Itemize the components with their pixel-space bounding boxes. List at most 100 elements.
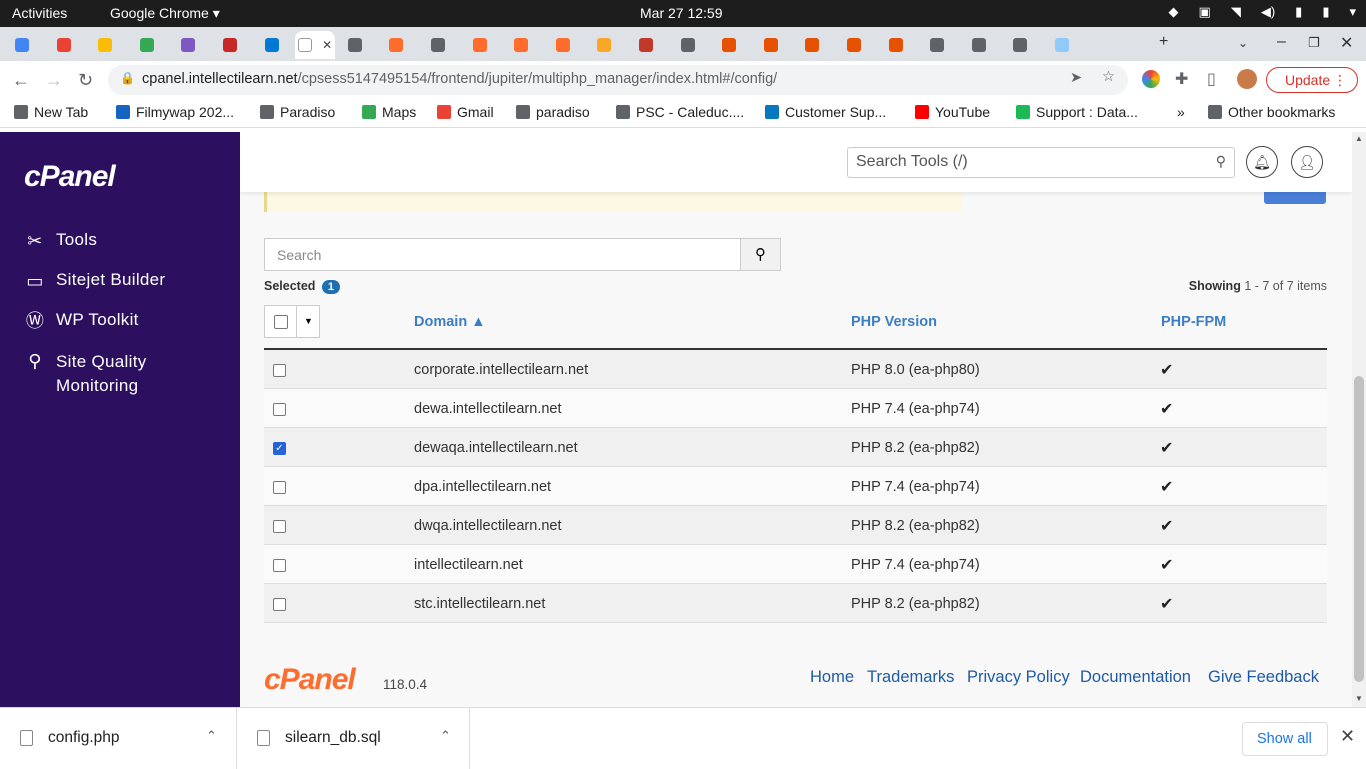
page-scrollbar[interactable]: ▲ ▼ (1352, 132, 1366, 707)
footer-cpanel-logo[interactable]: cPanel (264, 663, 356, 697)
app-menu[interactable]: Google Chrome ▾ (110, 5, 220, 22)
row-checkbox[interactable] (273, 481, 286, 494)
show-all-button[interactable]: Show all (1242, 722, 1328, 756)
browser-tab[interactable] (503, 31, 543, 59)
new-tab-icon[interactable]: + (1159, 33, 1168, 51)
select-menu-dropdown[interactable]: ▼ (296, 306, 320, 337)
browser-tab[interactable] (545, 31, 585, 59)
sidebar-item-tools[interactable]: ✂ Tools (24, 230, 97, 252)
more-bookmarks-icon[interactable]: » (1177, 104, 1185, 120)
download-item[interactable]: silearn_db.sql ⌃ (237, 708, 470, 769)
browser-tab[interactable] (420, 31, 460, 59)
other-bookmarks[interactable]: Other bookmarks (1208, 104, 1335, 120)
table-search-input[interactable]: Search (264, 238, 741, 271)
browser-tab[interactable] (919, 31, 959, 59)
table-row[interactable]: dewa.intellectilearn.net PHP 7.4 (ea-php7… (264, 389, 1327, 428)
browser-tab[interactable] (254, 31, 294, 59)
reload-icon[interactable]: ↻ (78, 70, 93, 91)
chevron-up-icon[interactable]: ⌃ (206, 728, 217, 744)
browser-tab[interactable] (711, 31, 751, 59)
footer-link[interactable]: Give Feedback (1208, 668, 1319, 687)
tab-search-icon[interactable]: ⌄ (1238, 36, 1248, 50)
back-icon[interactable]: ← (12, 70, 30, 91)
restore-icon[interactable]: ❐ (1308, 35, 1320, 51)
sidebar-item-sitejet[interactable]: ▭ Sitejet Builder (24, 270, 165, 292)
browser-tab[interactable] (170, 31, 210, 59)
update-button[interactable]: Update ⋮ (1266, 67, 1358, 93)
table-row[interactable]: corporate.intellectilearn.net PHP 8.0 (ea… (264, 350, 1327, 389)
browser-tab[interactable] (670, 31, 710, 59)
system-tray[interactable]: ◆ ▣ ◥ ◀) ▮ ▮ ▾ (1169, 4, 1356, 20)
scrollbar-thumb[interactable] (1354, 376, 1364, 682)
sidebar-item-site-quality[interactable]: ⚲ Site Quality Monitoring (24, 350, 147, 398)
row-checkbox[interactable] (273, 364, 286, 377)
table-search-button[interactable]: ⚲ (740, 238, 781, 271)
profile-avatar[interactable] (1237, 69, 1257, 89)
table-row[interactable]: intellectilearn.net PHP 7.4 (ea-php74) ✔ (264, 545, 1327, 584)
browser-tab[interactable] (961, 31, 1001, 59)
footer-link[interactable]: Privacy Policy (967, 668, 1070, 687)
activities-button[interactable]: Activities (12, 5, 67, 21)
download-item[interactable]: config.php ⌃ (0, 708, 237, 769)
bookmark-item[interactable]: New Tab (14, 104, 88, 120)
browser-tab[interactable] (87, 31, 127, 59)
row-checkbox[interactable] (273, 598, 286, 611)
table-row[interactable]: ✓ dewaqa.intellectilearn.net PHP 8.2 (ea-p… (264, 428, 1327, 467)
browser-tab[interactable] (1002, 31, 1042, 59)
bookmark-item[interactable]: Support : Data... (1016, 104, 1138, 120)
chrome-extension-icon[interactable] (1142, 70, 1160, 88)
forward-icon[interactable]: → (45, 70, 63, 91)
bookmark-item[interactable]: YouTube (915, 104, 990, 120)
footer-link[interactable]: Trademarks (867, 668, 954, 687)
browser-tab[interactable] (628, 31, 668, 59)
footer-link[interactable]: Documentation (1080, 668, 1191, 687)
select-all-checkbox[interactable] (274, 315, 288, 329)
scroll-up-icon[interactable]: ▲ (1355, 134, 1363, 143)
browser-tab[interactable] (794, 31, 834, 59)
browser-tab[interactable] (129, 31, 169, 59)
cpanel-logo[interactable]: cPanel (24, 160, 116, 194)
browser-tab[interactable] (586, 31, 626, 59)
column-header-domain[interactable]: Domain ▲ (414, 314, 486, 330)
row-checkbox[interactable]: ✓ (273, 442, 286, 455)
bookmark-star-icon[interactable]: ☆ (1102, 69, 1115, 85)
chevron-up-icon[interactable]: ⌃ (440, 728, 451, 744)
bookmark-item[interactable]: Gmail (437, 104, 494, 120)
column-header-php-version[interactable]: PHP Version (851, 314, 937, 330)
bookmark-item[interactable]: Maps (362, 104, 416, 120)
side-panel-icon[interactable]: ▯ (1207, 69, 1216, 89)
browser-tab[interactable] (378, 31, 418, 59)
minimize-icon[interactable]: – (1277, 33, 1286, 51)
clock[interactable]: Mar 27 12:59 (640, 5, 723, 21)
browser-tab[interactable] (836, 31, 876, 59)
close-window-icon[interactable]: ✕ (1340, 33, 1353, 53)
address-bar[interactable]: 🔒 cpanel.intellectilearn.net/cpsess51474… (108, 65, 1128, 95)
browser-tab[interactable] (46, 31, 86, 59)
table-row[interactable]: dpa.intellectilearn.net PHP 7.4 (ea-php74… (264, 467, 1327, 506)
browser-tab[interactable] (462, 31, 502, 59)
browser-tab[interactable] (212, 31, 252, 59)
column-header-php-fpm[interactable]: PHP-FPM (1161, 314, 1226, 330)
search-tools-input[interactable]: Search Tools (/) ⚲ (847, 147, 1235, 178)
bookmark-item[interactable]: Paradiso (260, 104, 335, 120)
browser-tab[interactable] (878, 31, 918, 59)
table-row[interactable]: dwqa.intellectilearn.net PHP 8.2 (ea-php8… (264, 506, 1327, 545)
bookmark-item[interactable]: PSC - Caleduc.... (616, 104, 744, 120)
browser-tab[interactable] (337, 31, 377, 59)
user-menu-button[interactable]: 👤︎ (1291, 146, 1323, 178)
browser-tab[interactable]: ✕ (295, 31, 336, 59)
row-checkbox[interactable] (273, 403, 286, 416)
sidebar-item-wp-toolkit[interactable]: Ⓦ WP Toolkit (24, 310, 139, 332)
bookmark-item[interactable]: paradiso (516, 104, 590, 120)
row-checkbox[interactable] (273, 520, 286, 533)
scroll-down-icon[interactable]: ▼ (1355, 694, 1363, 703)
row-checkbox[interactable] (273, 559, 286, 572)
close-tab-icon[interactable]: ✕ (322, 38, 332, 52)
browser-tab[interactable] (4, 31, 44, 59)
table-row[interactable]: stc.intellectilearn.net PHP 8.2 (ea-php82… (264, 584, 1327, 623)
footer-link[interactable]: Home (810, 668, 854, 687)
send-icon[interactable]: ➤ (1070, 70, 1082, 86)
notifications-button[interactable]: 🔔︎ (1246, 146, 1278, 178)
extensions-icon[interactable]: ✚ (1175, 69, 1188, 89)
bookmark-item[interactable]: Customer Sup... (765, 104, 886, 120)
